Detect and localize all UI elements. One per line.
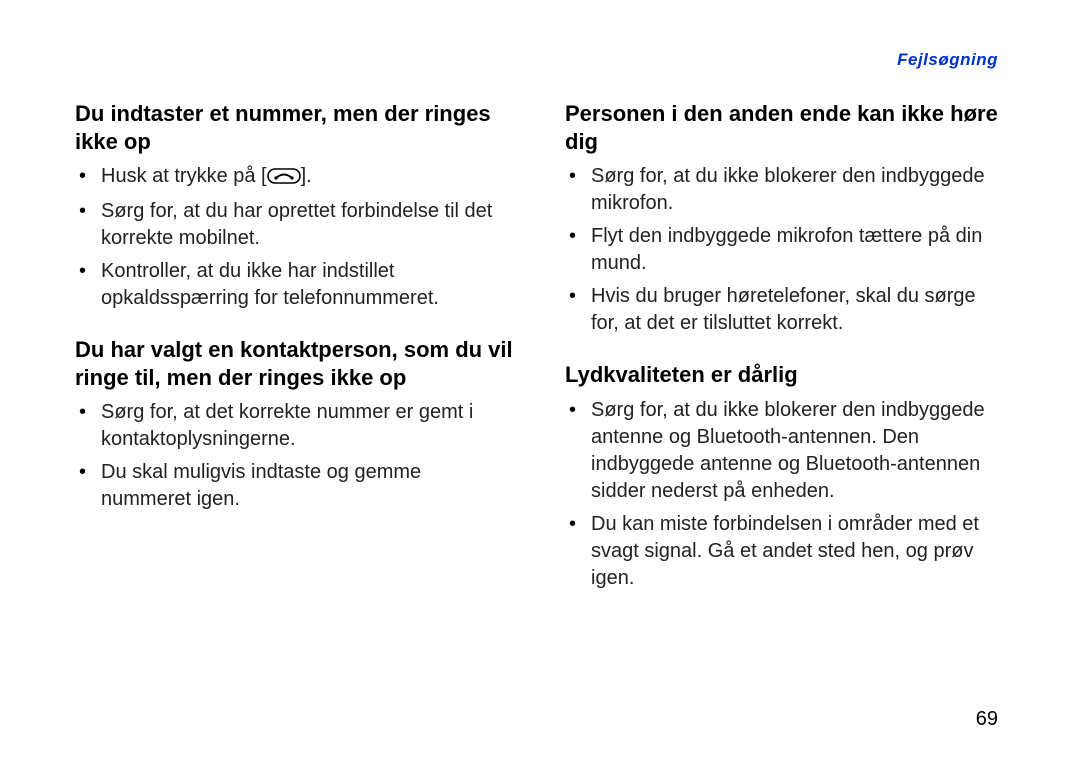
right-column: Personen i den anden ende kan ikke høre … [565, 100, 1005, 598]
bullet-text-post: ]. [301, 165, 312, 187]
list-item: Flyt den indbyggede mikrofon tættere på … [587, 223, 1005, 277]
page-number: 69 [976, 708, 998, 731]
section-heading: Lydkvaliteten er dårlig [565, 361, 1005, 389]
list-item: Husk at trykke på []. [97, 163, 515, 192]
section-dialing-no-call: Du indtaster et nummer, men der ringes i… [75, 100, 515, 312]
section-heading: Personen i den anden ende kan ikke høre … [565, 100, 1005, 155]
bullet-text-pre: Husk at trykke på [ [101, 165, 267, 187]
list-item: Kontroller, at du ikke har indstillet op… [97, 258, 515, 312]
list-item: Sørg for, at du ikke blokerer den indbyg… [587, 163, 1005, 217]
bullet-list: Sørg for, at du ikke blokerer den indbyg… [565, 397, 1005, 592]
page: Fejlsøgning Du indtaster et nummer, men … [0, 0, 1080, 765]
section-cannot-hear-you: Personen i den anden ende kan ikke høre … [565, 100, 1005, 337]
section-poor-audio: Lydkvaliteten er dårlig Sørg for, at du … [565, 361, 1005, 592]
section-contact-no-call: Du har valgt en kontaktperson, som du vi… [75, 336, 515, 513]
bullet-list: Sørg for, at det korrekte nummer er gemt… [75, 399, 515, 513]
list-item: Sørg for, at det korrekte nummer er gemt… [97, 399, 515, 453]
list-item: Sørg for, at du ikke blokerer den indbyg… [587, 397, 1005, 505]
running-header: Fejlsøgning [897, 50, 998, 70]
bullet-list: Sørg for, at du ikke blokerer den indbyg… [565, 163, 1005, 337]
list-item: Du kan miste forbindelsen i områder med … [587, 511, 1005, 592]
list-item: Sørg for, at du har oprettet forbindelse… [97, 198, 515, 252]
call-key-icon [267, 165, 301, 192]
list-item: Hvis du bruger høretelefoner, skal du sø… [587, 283, 1005, 337]
section-heading: Du indtaster et nummer, men der ringes i… [75, 100, 515, 155]
list-item: Du skal muligvis indtaste og gemme numme… [97, 459, 515, 513]
content-columns: Du indtaster et nummer, men der ringes i… [75, 100, 1005, 598]
bullet-list: Husk at trykke på []. Sørg for, at du ha… [75, 163, 515, 312]
left-column: Du indtaster et nummer, men der ringes i… [75, 100, 515, 598]
section-heading: Du har valgt en kontaktperson, som du vi… [75, 336, 515, 391]
